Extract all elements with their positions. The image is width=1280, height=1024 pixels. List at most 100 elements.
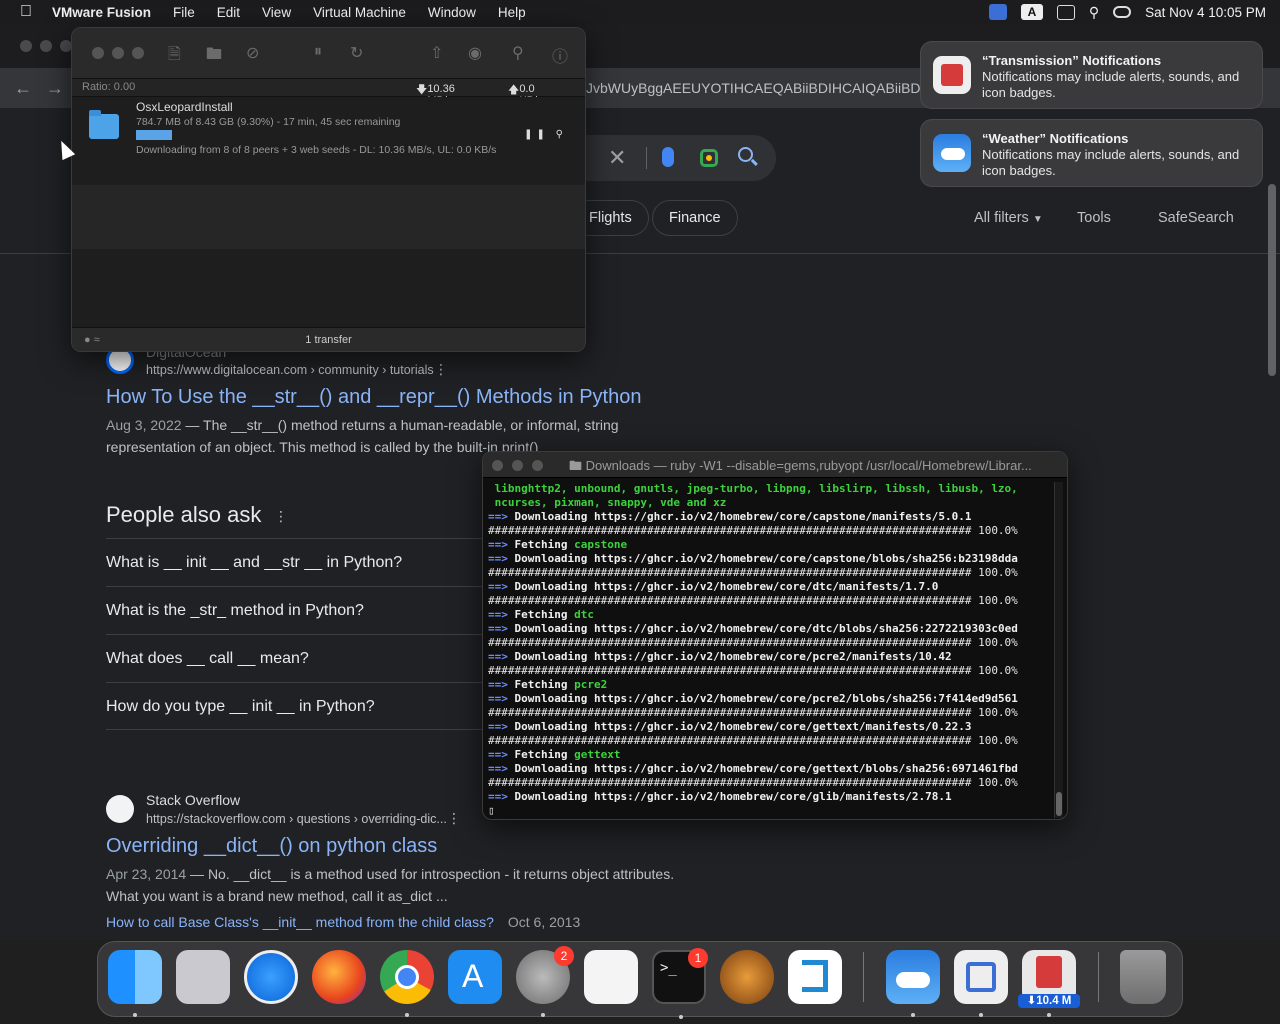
tools-button[interactable]: Tools [1077, 210, 1111, 226]
address-bar[interactable]: JvbWUyBggAEEUYOTIHCAEQABiiBDIHCAIQABiiBD [586, 80, 926, 96]
terminal-title: 🖿 Downloads — ruby -W1 --disable=gems,ru… [569, 457, 1059, 479]
menubar-clock[interactable]: Sat Nov 4 10:05 PM [1145, 5, 1266, 20]
chip-finance[interactable]: Finance [652, 200, 738, 236]
dock-terminal-icon[interactable]: >_ 1 [652, 948, 708, 1019]
result-title-link[interactable]: Overriding __dict__() on python class [106, 835, 437, 858]
dock-chrome-icon[interactable] [380, 950, 434, 1017]
dock-trash-icon[interactable] [1120, 950, 1166, 1004]
safesearch-button[interactable]: SafeSearch [1158, 210, 1234, 226]
vmware-status-icon[interactable] [988, 4, 1007, 20]
terminal-line: libnghttp2, unbound, gnutls, jpeg-turbo,… [488, 482, 1048, 496]
terminal-scrollbar[interactable] [1054, 482, 1063, 818]
close-window-button[interactable] [492, 460, 503, 471]
dock-textedit-icon[interactable] [584, 950, 638, 1004]
menu-virtual-machine[interactable]: Virtual Machine [313, 5, 406, 20]
paa-question[interactable]: What is __ init __ and __str __ in Pytho… [106, 538, 486, 586]
notification-badge: 1 [688, 948, 708, 968]
dock-weather-icon[interactable] [886, 950, 940, 1017]
apple-menu-icon[interactable]:  [0, 3, 52, 21]
terminal-arrow: ==> [488, 622, 515, 635]
quicklook-eye-icon[interactable]: ◉ [468, 43, 482, 63]
menu-view[interactable]: View [262, 5, 291, 20]
chip-flights[interactable]: Flights [586, 200, 649, 236]
dock-firefox-icon[interactable] [312, 950, 366, 1004]
remove-icon[interactable]: ⊘ [246, 43, 259, 63]
back-arrow-icon[interactable]: ← [14, 78, 32, 99]
forward-arrow-icon[interactable]: → [46, 78, 64, 99]
inspector-info-icon[interactable]: ⓘ [552, 43, 568, 67]
terminal-package-name: dtc [574, 608, 594, 621]
window-switcher-icon[interactable] [1056, 4, 1075, 20]
all-filters-button[interactable]: All filters ▼ [974, 210, 1043, 226]
dock-vscode-icon[interactable] [788, 950, 842, 1004]
dock-system-settings-icon[interactable]: 2 [516, 946, 574, 1017]
notification-transmission[interactable]: “Transmission” Notifications Notificatio… [920, 41, 1263, 109]
terminal-line-text: libnghttp2, unbound, gnutls, jpeg-turbo,… [488, 482, 1018, 495]
menu-help[interactable]: Help [498, 5, 526, 20]
terminal-line-text: Downloading https://ghcr.io/v2/homebrew/… [514, 510, 972, 523]
close-window-button[interactable] [92, 47, 104, 59]
search-box[interactable]: ✕ [586, 135, 776, 181]
dock-app-store-icon[interactable]: A [448, 950, 502, 1004]
menu-app-name[interactable]: VMware Fusion [52, 5, 151, 20]
pause-icon[interactable]: ❚❚ [524, 129, 549, 140]
spotlight-icon[interactable]: ⚲ [1089, 4, 1099, 21]
paa-question[interactable]: What is the _str_ method in Python? [106, 586, 486, 634]
scroll-thumb[interactable] [1056, 792, 1062, 816]
menu-edit[interactable]: Edit [217, 5, 240, 20]
dock-transmission-icon[interactable]: ⬇10.4 M [1018, 950, 1080, 1017]
running-indicator [679, 1015, 683, 1019]
terminal-fetch-label: Fetching [514, 748, 575, 761]
result-date: Apr 23, 2014 [106, 866, 187, 882]
reveal-icon[interactable]: ⚲ [556, 129, 567, 140]
minimize-window-button[interactable] [112, 47, 124, 59]
share-icon[interactable]: ⇧ [430, 43, 443, 63]
voice-search-icon[interactable] [662, 147, 674, 167]
zoom-window-button[interactable] [532, 460, 543, 471]
notification-weather[interactable]: “Weather” Notifications Notifications ma… [920, 119, 1263, 187]
more-options-icon[interactable]: ⋮ [447, 810, 461, 827]
terminal-arrow: ==> [488, 678, 515, 691]
terminal-line: ########################################… [488, 524, 1018, 537]
paa-question[interactable]: How do you type __ init __ in Python? [106, 682, 486, 730]
dock-finder-icon[interactable] [108, 950, 162, 1017]
terminal-fetch-label: Fetching [514, 608, 575, 621]
menu-window[interactable]: Window [428, 5, 476, 20]
terminal-titlebar: 🖿 Downloads — ruby -W1 --disable=gems,ru… [483, 452, 1067, 478]
control-center-icon[interactable] [1113, 6, 1132, 18]
close-window-button[interactable] [20, 40, 32, 52]
paa-question[interactable]: What does __ call __ mean? [106, 634, 486, 682]
search-icon[interactable] [738, 147, 753, 162]
open-torrent-icon[interactable]: 🗎 [168, 43, 181, 70]
clear-search-icon[interactable]: ✕ [608, 145, 626, 171]
more-options-icon[interactable]: ⋮ [274, 508, 288, 525]
sublink-text[interactable]: How to call Base Class's __init__ method… [106, 914, 494, 930]
dock-safari-icon[interactable] [244, 950, 298, 1004]
result-title-link[interactable]: How To Use the __str__() and __repr__() … [106, 386, 641, 409]
minimize-window-button[interactable] [40, 40, 52, 52]
dock-launchpad-icon[interactable] [176, 950, 230, 1004]
menu-file[interactable]: File [173, 5, 195, 20]
resume-all-icon[interactable]: ↻ [350, 43, 363, 63]
minimize-window-button[interactable] [512, 460, 523, 471]
pause-all-icon[interactable]: ⏸ [314, 43, 322, 61]
action-gear-icon[interactable]: ● ≈ [84, 328, 100, 351]
folder-icon: 🖿 [569, 458, 583, 473]
dock-garageband-icon[interactable] [720, 950, 774, 1004]
dock-vmware-fusion-icon[interactable] [954, 950, 1008, 1017]
terminal-line: ==> Fetching capstone [488, 538, 1048, 552]
filter-search-icon[interactable]: ⚲ [512, 43, 524, 63]
ratio-text[interactable]: Ratio: 0.00 [82, 81, 135, 93]
page-scrollbar[interactable] [1268, 184, 1276, 376]
terminal-output[interactable]: libnghttp2, unbound, gnutls, jpeg-turbo,… [488, 482, 1048, 816]
folder-icon[interactable]: 🖿 [206, 43, 222, 70]
google-lens-icon[interactable] [700, 149, 718, 167]
more-options-icon[interactable]: ⋮ [434, 361, 448, 378]
result-url: https://www.digitalocean.com › community… [146, 363, 434, 377]
zoom-window-button[interactable] [132, 47, 144, 59]
terminal-arrow: ==> [488, 552, 515, 565]
terminal-line: ==> Downloading https://ghcr.io/v2/homeb… [488, 762, 1048, 776]
result-sublink[interactable]: How to call Base Class's __init__ method… [106, 914, 580, 930]
input-source-indicator[interactable]: A [1020, 4, 1043, 20]
torrent-row[interactable]: OsxLeopardInstall 784.7 MB of 8.43 GB (9… [72, 97, 585, 185]
